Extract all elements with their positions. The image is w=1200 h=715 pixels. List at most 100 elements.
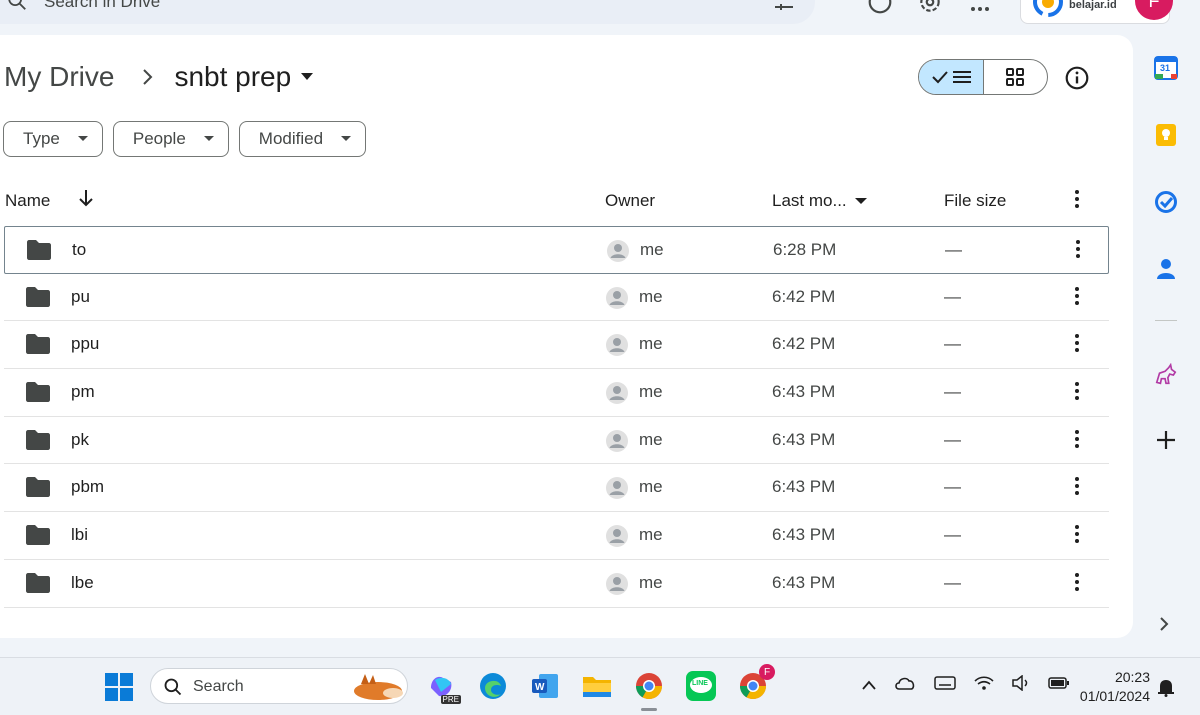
sort-arrow-down-icon[interactable] — [78, 189, 94, 212]
side-panel-divider — [1155, 320, 1177, 321]
edge-browser-icon[interactable] — [477, 670, 509, 702]
more-actions-icon[interactable] — [1068, 475, 1086, 502]
file-modified: 6:43 PM — [772, 572, 836, 592]
keyboard-icon[interactable] — [934, 676, 956, 695]
filter-modified-chip[interactable]: Modified — [238, 121, 367, 157]
copilot-icon[interactable]: PRE — [425, 670, 461, 704]
more-actions-icon[interactable] — [1068, 285, 1086, 312]
chrome-profile-icon[interactable]: F — [737, 664, 775, 702]
notification-bell-icon[interactable] — [1157, 677, 1175, 702]
file-name[interactable]: pu — [71, 287, 90, 307]
owner-avatar-icon — [605, 381, 629, 410]
keep-icon[interactable] — [1154, 123, 1178, 147]
search-options-icon[interactable] — [772, 0, 796, 19]
column-options-more-icon[interactable] — [1068, 189, 1086, 214]
file-modified: 6:42 PM — [772, 286, 836, 306]
table-row[interactable]: to me 6:28 PM — — [4, 226, 1109, 274]
current-folder-menu[interactable]: snbt prep — [174, 61, 314, 93]
search-icon[interactable] — [6, 0, 28, 17]
taskbar-search-label: Search — [193, 678, 244, 695]
filter-label: Type — [23, 129, 60, 148]
file-name[interactable]: lbe — [71, 573, 94, 593]
table-row[interactable]: pk me 6:43 PM — — [4, 417, 1109, 465]
file-owner: me — [639, 525, 663, 545]
file-name[interactable]: pm — [71, 382, 95, 402]
file-size: — — [944, 477, 961, 497]
word-icon[interactable]: W — [529, 670, 561, 702]
table-row[interactable]: ppu me 6:42 PM — — [4, 321, 1109, 370]
add-addon-plus-icon[interactable] — [1154, 428, 1178, 452]
system-clock[interactable]: 20:23 01/01/2024 — [1074, 668, 1150, 706]
grid-icon — [1006, 68, 1025, 86]
calendar-icon[interactable]: 31 — [1154, 56, 1178, 80]
file-name[interactable]: ppu — [71, 334, 99, 354]
owner-avatar-icon — [605, 286, 629, 315]
file-name[interactable]: lbi — [71, 525, 88, 545]
column-header-last-modified[interactable]: Last mo... — [772, 191, 867, 211]
filter-chips: Type People Modified — [3, 121, 367, 157]
owner-avatar-icon — [606, 239, 630, 268]
folder-icon — [25, 572, 51, 599]
more-actions-icon[interactable] — [1069, 238, 1087, 265]
line-app-icon[interactable]: LINE — [685, 670, 717, 702]
filter-label: Modified — [258, 129, 324, 148]
table-row[interactable]: pu me 6:42 PM — — [4, 274, 1109, 322]
breadcrumb-my-drive[interactable]: My Drive — [4, 61, 114, 93]
info-icon[interactable] — [1064, 65, 1090, 96]
filter-type-chip[interactable]: Type — [3, 121, 103, 157]
file-owner: me — [639, 334, 663, 354]
tasks-icon[interactable] — [1154, 190, 1178, 214]
file-list: to me 6:28 PM — pu me 6:42 PM — ppu me 6:42 PM — pm m… — [4, 226, 1109, 608]
search-bar[interactable]: Search in Drive — [0, 0, 815, 24]
more-actions-icon[interactable] — [1068, 332, 1086, 359]
volume-icon[interactable] — [1012, 674, 1030, 696]
grid-view-button[interactable] — [984, 60, 1048, 94]
expand-panel-chevron-icon[interactable] — [1158, 616, 1170, 637]
list-view-button[interactable] — [919, 60, 984, 94]
search-placeholder: Search in Drive — [44, 0, 161, 11]
file-name[interactable]: pbm — [71, 477, 104, 497]
contacts-icon[interactable] — [1154, 257, 1178, 281]
table-row[interactable]: pm me 6:43 PM — — [4, 369, 1109, 417]
owner-avatar-icon — [605, 333, 629, 362]
windows-start-icon[interactable] — [105, 673, 133, 706]
current-folder-title: snbt prep — [174, 61, 292, 92]
caret-down-icon — [77, 136, 88, 141]
table-row[interactable]: pbm me 6:43 PM — — [4, 464, 1109, 513]
chevron-right-icon — [142, 68, 154, 86]
file-explorer-icon[interactable] — [581, 670, 613, 702]
owner-avatar-icon — [605, 524, 629, 553]
more-actions-icon[interactable] — [1068, 523, 1086, 550]
caret-down-icon — [854, 197, 867, 204]
file-owner: me — [639, 572, 663, 592]
taskbar-search[interactable]: Search — [150, 668, 408, 704]
more-actions-icon[interactable] — [1068, 428, 1086, 455]
file-size: — — [944, 382, 961, 402]
file-name[interactable]: pk — [71, 430, 89, 450]
table-row[interactable]: lbi me 6:43 PM — — [4, 512, 1109, 560]
file-size: — — [944, 525, 961, 545]
column-header-file-size[interactable]: File size — [944, 191, 1006, 211]
folder-icon — [25, 286, 51, 313]
caret-down-icon — [203, 136, 214, 141]
wifi-icon[interactable] — [974, 675, 994, 696]
settings-gear-icon[interactable] — [916, 0, 944, 16]
table-row[interactable]: lbe me 6:43 PM — — [4, 560, 1109, 608]
more-actions-icon[interactable] — [1068, 380, 1086, 407]
chevron-up-icon[interactable] — [862, 677, 876, 695]
more-actions-icon[interactable] — [1068, 571, 1086, 598]
filter-people-chip[interactable]: People — [112, 121, 229, 157]
chrome-icon[interactable] — [633, 670, 665, 711]
apps-grid-icon[interactable] — [966, 0, 994, 16]
folder-icon — [25, 381, 51, 408]
addon-unicorn-icon[interactable] — [1154, 363, 1178, 387]
onedrive-cloud-icon[interactable] — [894, 675, 916, 696]
copilot-badge: PRE — [440, 695, 461, 704]
column-header-name[interactable]: Name — [5, 191, 50, 211]
help-icon[interactable] — [866, 0, 894, 16]
search-highlight-fox-icon — [351, 672, 405, 707]
battery-icon[interactable] — [1048, 676, 1070, 695]
file-name[interactable]: to — [72, 240, 86, 260]
column-label: Last mo... — [772, 191, 847, 210]
column-header-owner[interactable]: Owner — [605, 191, 655, 211]
